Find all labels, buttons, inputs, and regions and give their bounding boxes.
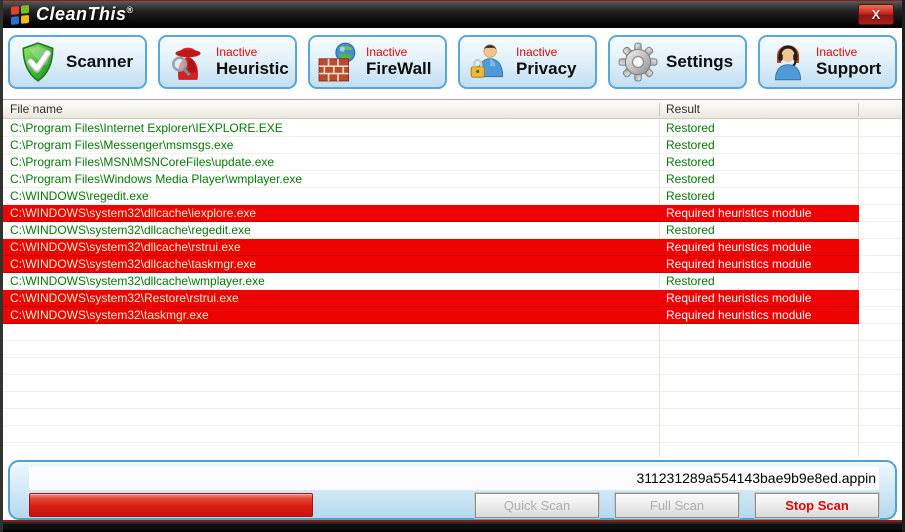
result-cell: Required heuristics module bbox=[666, 290, 811, 306]
toolbar-button-label: Scanner bbox=[66, 52, 133, 72]
table-row[interactable]: C:\Program Files\Messenger\msmsgs.exe Res… bbox=[3, 137, 902, 154]
result-cell: Restored bbox=[666, 222, 715, 238]
scan-progress-bar bbox=[29, 493, 313, 517]
result-cell: Required heuristics module bbox=[666, 307, 811, 323]
table-row[interactable]: C:\WINDOWS\system32\dllcache\wmplayer.ex… bbox=[3, 273, 902, 290]
table-row[interactable]: C:\WINDOWS\system32\Restore\rstrui.exe Re… bbox=[3, 290, 902, 307]
file-name-cell: C:\WINDOWS\system32\dllcache\iexplore.ex… bbox=[10, 205, 256, 221]
inactive-status: Inactive bbox=[366, 45, 432, 59]
file-name-cell: C:\WINDOWS\system32\dllcache\taskmgr.exe bbox=[10, 256, 256, 272]
toolbar-button-settings[interactable]: Settings bbox=[608, 35, 747, 89]
empty-table-row bbox=[3, 375, 902, 392]
result-cell: Restored bbox=[666, 273, 715, 289]
inactive-status: Inactive bbox=[216, 45, 289, 59]
inactive-status: Inactive bbox=[816, 45, 881, 59]
user-lock-icon bbox=[467, 41, 509, 83]
footer-area: 311231289a554143bae9b9e8ed.appin Quick S… bbox=[3, 457, 902, 520]
empty-table-row bbox=[3, 392, 902, 409]
file-name-cell: C:\Program Files\MSN\MSNCoreFiles\update… bbox=[10, 154, 274, 170]
current-scan-file: 311231289a554143bae9b9e8ed.appin bbox=[29, 467, 879, 490]
file-name-cell: C:\WINDOWS\system32\dllcache\wmplayer.ex… bbox=[10, 273, 265, 289]
result-cell: Restored bbox=[666, 137, 715, 153]
toolbar-button-scanner[interactable]: Scanner bbox=[8, 35, 147, 89]
close-button[interactable]: X bbox=[858, 4, 894, 25]
file-name-cell: C:\WINDOWS\regedit.exe bbox=[10, 188, 149, 204]
result-cell: Restored bbox=[666, 120, 715, 136]
full-scan-button: Full Scan bbox=[615, 493, 739, 518]
table-row[interactable]: C:\Program Files\Windows Media Player\wm… bbox=[3, 171, 902, 188]
toolbar-button-privacy[interactable]: InactivePrivacy bbox=[458, 35, 597, 89]
result-cell: Restored bbox=[666, 188, 715, 204]
column-header-result[interactable]: Result bbox=[666, 102, 700, 116]
registered-mark: ® bbox=[127, 5, 134, 15]
app-title: CleanThis® bbox=[36, 4, 134, 25]
column-header-filename[interactable]: File name bbox=[10, 102, 63, 116]
empty-table-row bbox=[3, 341, 902, 358]
empty-table-row bbox=[3, 358, 902, 375]
result-cell: Required heuristics module bbox=[666, 256, 811, 272]
table-row[interactable]: C:\WINDOWS\system32\taskmgr.exe Required … bbox=[3, 307, 902, 324]
table-row[interactable]: C:\Program Files\MSN\MSNCoreFiles\update… bbox=[3, 154, 902, 171]
table-row[interactable]: C:\Program Files\Internet Explorer\IEXPL… bbox=[3, 120, 902, 137]
table-row[interactable]: C:\WINDOWS\system32\dllcache\regedit.exe… bbox=[3, 222, 902, 239]
table-row[interactable]: C:\WINDOWS\regedit.exe Restored bbox=[3, 188, 902, 205]
result-cell: Required heuristics module bbox=[666, 205, 811, 221]
shield-check-icon bbox=[17, 41, 59, 83]
table-row[interactable]: C:\WINDOWS\system32\dllcache\taskmgr.exe… bbox=[3, 256, 902, 273]
table-rows: C:\Program Files\Internet Explorer\IEXPL… bbox=[3, 120, 902, 457]
brick-wall-globe-icon bbox=[317, 41, 359, 83]
toolbar: Scanner InactiveHeuristic InactiveFireWa… bbox=[3, 28, 902, 99]
empty-table-row bbox=[3, 443, 902, 457]
result-cell: Restored bbox=[666, 154, 715, 170]
empty-table-row bbox=[3, 426, 902, 443]
result-cell: Required heuristics module bbox=[666, 239, 811, 255]
window-bottom-frame bbox=[3, 520, 902, 532]
file-name-cell: C:\WINDOWS\system32\taskmgr.exe bbox=[10, 307, 209, 323]
scan-progress-fill bbox=[29, 493, 313, 517]
toolbar-button-label: Support bbox=[816, 59, 881, 79]
stop-scan-button[interactable]: Stop Scan bbox=[755, 493, 879, 518]
toolbar-button-label: FireWall bbox=[366, 59, 432, 79]
result-cell: Restored bbox=[666, 171, 715, 187]
file-name-cell: C:\WINDOWS\system32\dllcache\regedit.exe bbox=[10, 222, 251, 238]
spy-magnifier-icon bbox=[167, 41, 209, 83]
file-name-cell: C:\WINDOWS\system32\Restore\rstrui.exe bbox=[10, 290, 239, 306]
toolbar-button-heuristic[interactable]: InactiveHeuristic bbox=[158, 35, 297, 89]
inactive-status: Inactive bbox=[516, 45, 577, 59]
toolbar-button-label: Heuristic bbox=[216, 59, 289, 79]
toolbar-button-label: Settings bbox=[666, 52, 733, 72]
table-header: File name Result bbox=[3, 100, 902, 119]
header-tick bbox=[858, 103, 859, 116]
file-name-cell: C:\Program Files\Messenger\msmsgs.exe bbox=[10, 137, 233, 153]
file-name-cell: C:\WINDOWS\system32\dllcache\rstrui.exe bbox=[10, 239, 241, 255]
file-table: File name Result C:\Program Files\Intern… bbox=[3, 99, 902, 457]
footer-panel: 311231289a554143bae9b9e8ed.appin Quick S… bbox=[8, 460, 897, 520]
cleanthis-window: CleanThis® X Scanner InactiveHeuristic I… bbox=[0, 0, 905, 532]
scan-buttons: Quick Scan Full Scan Stop Scan bbox=[475, 493, 879, 518]
toolbar-button-support[interactable]: InactiveSupport bbox=[758, 35, 897, 89]
gear-icon bbox=[617, 41, 659, 83]
toolbar-button-label: Privacy bbox=[516, 59, 577, 79]
table-row[interactable]: C:\WINDOWS\system32\dllcache\iexplore.ex… bbox=[3, 205, 902, 222]
support-agent-icon bbox=[767, 41, 809, 83]
empty-table-row bbox=[3, 409, 902, 426]
empty-table-row bbox=[3, 324, 902, 341]
quick-scan-button: Quick Scan bbox=[475, 493, 599, 518]
header-tick bbox=[659, 103, 660, 116]
toolbar-button-firewall[interactable]: InactiveFireWall bbox=[308, 35, 447, 89]
titlebar: CleanThis® X bbox=[3, 0, 902, 28]
file-name-cell: C:\Program Files\Internet Explorer\IEXPL… bbox=[10, 120, 283, 136]
windows-flag-icon bbox=[10, 5, 30, 25]
table-row[interactable]: C:\WINDOWS\system32\dllcache\rstrui.exe R… bbox=[3, 239, 902, 256]
file-name-cell: C:\Program Files\Windows Media Player\wm… bbox=[10, 171, 302, 187]
